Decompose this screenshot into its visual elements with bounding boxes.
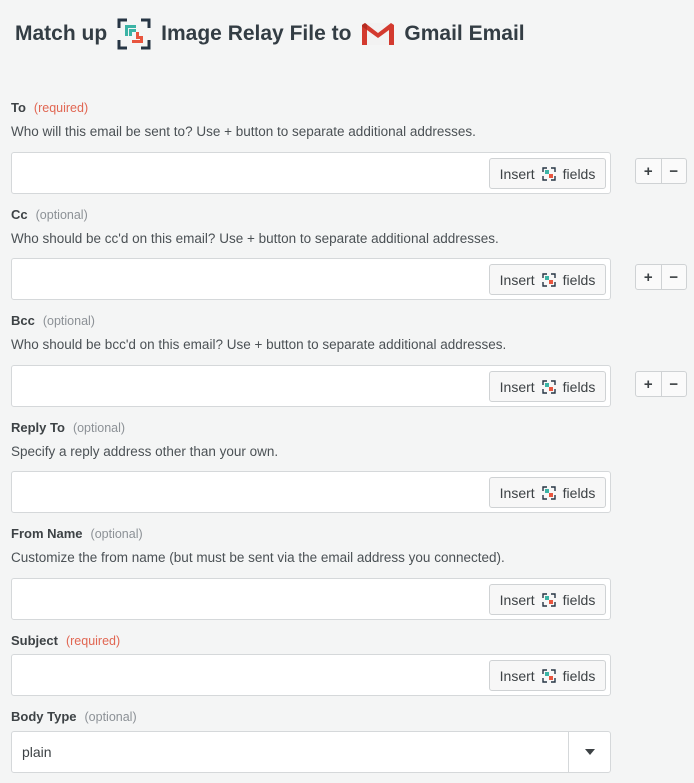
insert-label: Insert (499, 271, 535, 288)
field-label: Cc (11, 207, 28, 222)
add-address-button[interactable]: + (636, 159, 661, 183)
header-target: Gmail Email (404, 22, 525, 45)
image-relay-mini-icon (541, 272, 556, 287)
optional-tag: (optional) (72, 421, 126, 435)
fields-label: fields (562, 165, 596, 182)
add-remove-controls: + − (635, 158, 687, 184)
cc-input[interactable]: Insert fields (11, 258, 611, 300)
add-address-button[interactable]: + (636, 265, 661, 289)
field-body-type: Body Type (optional) plain (11, 709, 694, 773)
bcc-input[interactable]: Insert fields (11, 365, 611, 407)
required-tag: (required) (33, 101, 89, 115)
to-input[interactable]: Insert fields (11, 152, 611, 194)
field-from-name: From Name (optional) Customize the from n… (11, 526, 694, 620)
field-reply-to: Reply To (optional) Specify a reply addre… (11, 420, 694, 513)
field-label: Bcc (11, 313, 35, 328)
header-app-name: Image Relay File to (161, 22, 352, 45)
remove-address-button[interactable]: − (660, 265, 687, 289)
insert-label: Insert (499, 667, 535, 684)
subject-input[interactable]: Insert fields (11, 654, 611, 696)
body-type-value: plain (22, 744, 52, 760)
optional-tag: (optional) (90, 527, 143, 541)
dropdown-toggle[interactable] (568, 732, 610, 772)
image-relay-mini-icon (541, 379, 556, 394)
image-relay-mini-icon (541, 668, 556, 683)
fields-label: fields (562, 271, 596, 288)
insert-label: Insert (499, 484, 535, 501)
insert-label: Insert (499, 378, 535, 395)
fields-label: fields (562, 378, 596, 395)
insert-label: Insert (499, 165, 535, 182)
field-bcc: Bcc (optional) Who should be bcc'd on thi… (11, 313, 694, 407)
insert-fields-button[interactable]: Insert fields (489, 371, 606, 402)
field-label: Body Type (11, 709, 77, 724)
field-label: Reply To (11, 420, 65, 435)
image-relay-mini-icon (541, 485, 556, 500)
insert-label: Insert (499, 591, 535, 608)
image-relay-mini-icon (541, 166, 556, 181)
field-label: From Name (11, 526, 83, 541)
image-relay-logo-icon (117, 17, 151, 51)
fields-label: fields (562, 667, 596, 684)
field-help: Specify a reply address other than your … (11, 444, 279, 459)
field-help: Who should be cc'd on this email? Use + … (11, 231, 499, 246)
remove-address-button[interactable]: − (660, 159, 687, 183)
add-remove-controls: + − (635, 371, 687, 397)
optional-tag: (optional) (35, 208, 88, 222)
image-relay-mini-icon (541, 592, 556, 607)
field-help: Who will this email be sent to? Use + bu… (11, 124, 476, 139)
gmail-logo-icon (361, 20, 395, 48)
header-prefix: Match up (15, 22, 108, 45)
remove-address-button[interactable]: − (660, 372, 687, 396)
fields-label: fields (562, 591, 596, 608)
insert-fields-button[interactable]: Insert fields (489, 477, 606, 508)
insert-fields-button[interactable]: Insert fields (489, 660, 606, 691)
field-label: To (11, 100, 26, 115)
chevron-down-icon (584, 749, 595, 755)
field-to: To (required) Who will this email be sent… (11, 100, 694, 194)
from-name-input[interactable]: Insert fields (11, 578, 611, 620)
required-tag: (required) (65, 634, 121, 648)
insert-fields-button[interactable]: Insert fields (489, 584, 606, 615)
reply-to-input[interactable]: Insert fields (11, 471, 611, 513)
field-cc: Cc (optional) Who should be cc'd on this … (11, 207, 694, 300)
optional-tag: (optional) (84, 710, 137, 724)
add-remove-controls: + − (635, 264, 687, 290)
fields-label: fields (562, 484, 596, 501)
field-label: Subject (11, 633, 58, 648)
insert-fields-button[interactable]: Insert fields (489, 158, 606, 189)
body-type-select[interactable]: plain (11, 731, 611, 773)
insert-fields-button[interactable]: Insert fields (489, 264, 606, 295)
field-help: Customize the from name (but must be sen… (11, 550, 505, 565)
page-header: Match up Image Relay File to Gmail Email (15, 16, 525, 52)
field-subject: Subject (required) Insert fields (11, 633, 694, 696)
field-help: Who should be bcc'd on this email? Use +… (11, 337, 507, 352)
add-address-button[interactable]: + (636, 372, 661, 396)
optional-tag: (optional) (42, 314, 95, 328)
